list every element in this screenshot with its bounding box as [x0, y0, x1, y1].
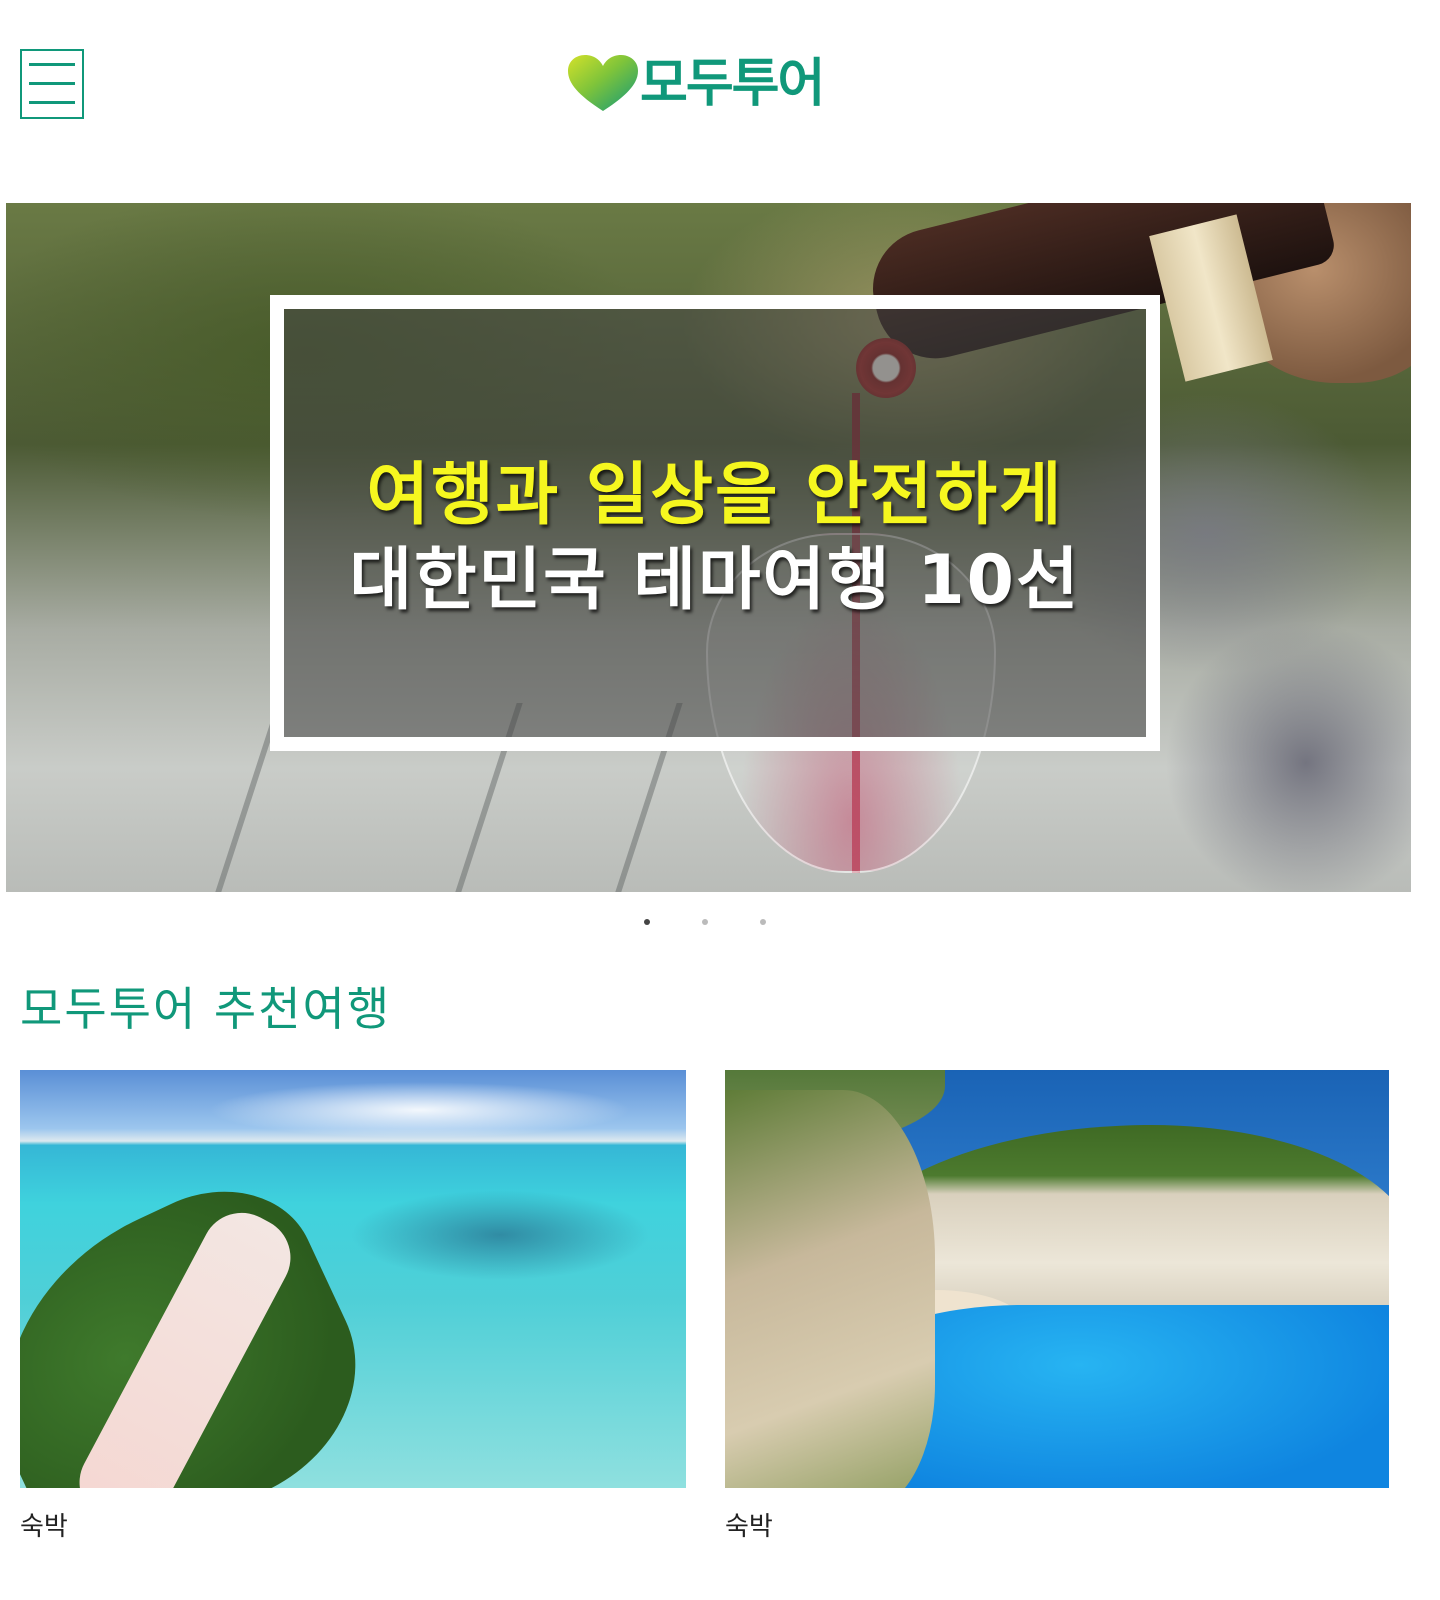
card-image-beach[interactable]: [20, 1070, 686, 1488]
hero-banner[interactable]: 여행과 일상을 안전하게 대한민국 테마여행 10선: [6, 203, 1411, 892]
recommend-card-1[interactable]: 숙박: [20, 1070, 686, 1542]
card-caption: 숙박: [20, 1512, 68, 1542]
card-image-cove[interactable]: [725, 1070, 1389, 1488]
slider-dot-2[interactable]: [702, 919, 708, 925]
reef-illustration: [350, 1190, 650, 1280]
hero-headline-2: 대한민국 테마여행 10선: [349, 541, 1081, 620]
menu-button[interactable]: [20, 49, 84, 119]
logo-text: 모두투어: [640, 54, 825, 114]
cliff-left-illustration: [725, 1090, 935, 1488]
hero-text-frame: 여행과 일상을 안전하게 대한민국 테마여행 10선: [270, 295, 1160, 751]
hamburger-menu-icon-bar: [29, 82, 75, 85]
card-caption: 숙박: [725, 1512, 773, 1542]
hamburger-menu-icon: [29, 63, 75, 66]
hamburger-menu-icon-bar: [29, 101, 75, 104]
slider-dot-3[interactable]: [760, 919, 766, 925]
cove-water-illustration: [855, 1305, 1389, 1488]
heart-logo-icon: [568, 55, 638, 111]
recommend-card-2[interactable]: 숙박: [725, 1070, 1389, 1542]
logo[interactable]: 모두투어: [568, 54, 825, 114]
slider-dot-1[interactable]: [644, 919, 650, 925]
section-title: 모두투어 추천여행: [20, 982, 392, 1036]
slider-pagination: [0, 919, 1440, 927]
